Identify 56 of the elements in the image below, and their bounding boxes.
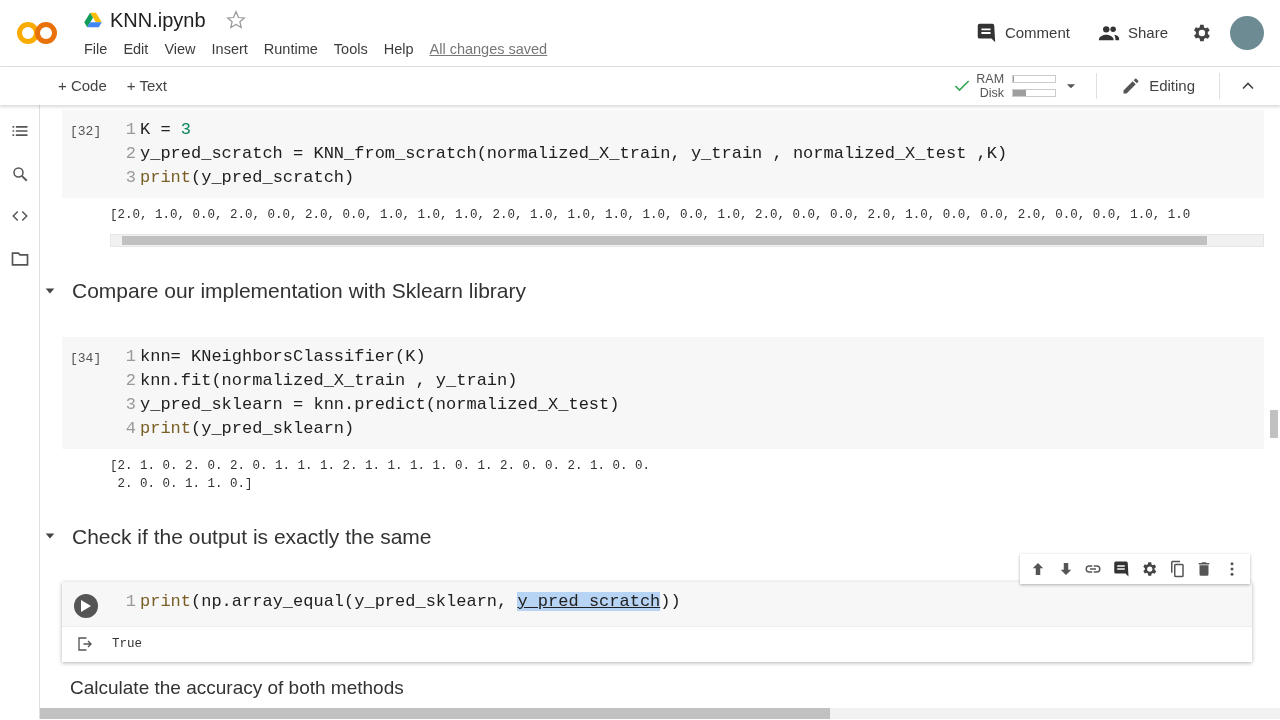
code-line[interactable]: K = 3	[140, 118, 191, 142]
save-status-link[interactable]: All changes saved	[429, 39, 548, 61]
menu-item[interactable]: View	[164, 39, 196, 61]
markdown-text: Calculate the accuracy of both methods	[70, 675, 405, 700]
drive-icon	[84, 12, 102, 29]
menu-item[interactable]: Edit	[123, 39, 149, 61]
line-number: 2	[124, 143, 136, 165]
section-heading: Check if the output is exactly the same	[72, 523, 432, 550]
play-icon	[81, 600, 91, 612]
file-title[interactable]: KNN.ipynb	[110, 5, 206, 36]
add-code-button[interactable]: + Code	[52, 73, 113, 99]
line-number: 1	[124, 345, 136, 368]
line-number: 1	[124, 591, 136, 613]
output-text: 2. 0. 0. 1. 1. 0.]	[116, 475, 254, 493]
avatar[interactable]	[1230, 16, 1264, 50]
star-outline-icon[interactable]	[225, 10, 246, 31]
code-cell[interactable]: [32] 1 K = 3 2 y_pred_scratch = KNN_from_scratch(normalized_X_train, y_train , normalized_X_test ,K) 3 print(y_pred_scratch)	[62, 110, 1264, 198]
menu-item[interactable]: Insert	[211, 39, 248, 61]
comment-icon[interactable]	[1112, 560, 1131, 578]
folder-icon[interactable]	[9, 249, 30, 269]
resource-label: Disk	[979, 86, 1005, 100]
comment-button[interactable]: Comment	[968, 20, 1076, 46]
output-text: [2. 1. 0. 2. 0. 2. 0. 1. 1. 1. 2. 1. 1. 1. 1. 0. 1. 2. 0. 0. 2. 1. 0. 0.	[110, 457, 652, 475]
menu-item[interactable]: File	[84, 39, 108, 61]
editing-mode-button[interactable]: Editing	[1115, 73, 1201, 99]
menu-item[interactable]: Runtime	[263, 39, 318, 61]
execution-count: [32]	[70, 124, 102, 139]
code-cell[interactable]: [34] 1 knn= KNeighborsClassifier(K) 2 knn.fit(normalized_X_train , y_train) 3 y_pred_sklearn = knn.predict(normalized_X_test) 4 print(y_pred_sklearn)	[62, 336, 1264, 449]
output-icon	[76, 635, 94, 654]
code-line[interactable]: knn.fit(normalized_X_train , y_train)	[140, 368, 518, 393]
code-cell[interactable]: 1 print(np.array_equal(y_pred_sklearn, y_pred_scratch)) True	[62, 582, 1252, 662]
menu-item[interactable]: Help	[383, 39, 414, 61]
run-button[interactable]	[74, 594, 98, 618]
line-number: 4	[124, 417, 136, 440]
line-number: 2	[124, 369, 136, 392]
horizontal-scrollbar[interactable]	[110, 234, 1264, 247]
scrollbar[interactable]	[40, 708, 1280, 719]
add-text-button[interactable]: + Text	[120, 73, 173, 99]
code-line[interactable]: y_pred_sklearn = knn.predict(normalized_X_test)	[140, 392, 620, 417]
execution-count: [34]	[70, 350, 102, 366]
code-line[interactable]: knn= KNeighborsClassifier(K)	[140, 344, 426, 369]
code-line[interactable]: print(y_pred_sklearn)	[140, 416, 355, 441]
code-line[interactable]: print(np.array_equal(y_pred_sklearn, y_pred_scratch))	[140, 590, 681, 614]
logo-icon[interactable]	[16, 19, 60, 47]
line-number: 1	[124, 119, 136, 141]
line-number: 3	[124, 393, 136, 416]
code-line[interactable]: print(y_pred_scratch)	[140, 166, 355, 190]
output-text: True	[112, 636, 142, 653]
resource-label: RAM	[976, 72, 1005, 86]
search-icon[interactable]	[10, 165, 29, 183]
code-line[interactable]: y_pred_scratch = KNN_from_scratch(normalized_X_train, y_train , normalized_X_test ,K)	[140, 142, 1008, 166]
section-heading: Compare our implementation with Sklearn library	[72, 278, 527, 304]
menu-item[interactable]: Tools	[333, 39, 368, 61]
line-number: 3	[124, 167, 136, 189]
share-button[interactable]: Share	[1091, 20, 1174, 46]
output-text: [2.0, 1.0, 0.0, 2.0, 0.0, 2.0, 0.0, 1.0, 1.0, 1.0, 2.0, 1.0, 1.0, 1.0, 1.0, 0.0, 1.0, 2.0, 0.0, 0.0, 2.0, 1.0, 0.0, 0.0, 2.0, 0.0, 0.0, 1.0, 1.0	[110, 207, 1192, 224]
